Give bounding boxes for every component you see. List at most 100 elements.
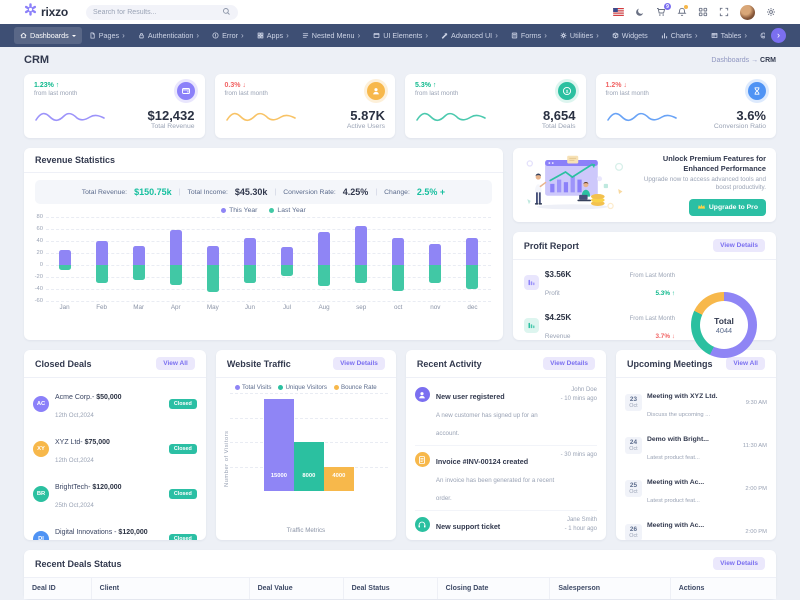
column-header-actions[interactable]: Actions bbox=[671, 578, 776, 599]
language-flag-icon[interactable] bbox=[613, 8, 624, 16]
deals-view-details-button[interactable]: View Details bbox=[713, 557, 765, 570]
bar-last-year bbox=[466, 265, 478, 289]
traffic-view-details-button[interactable]: View Details bbox=[333, 357, 385, 370]
dark-mode-moon-icon[interactable] bbox=[635, 7, 645, 17]
search-box[interactable] bbox=[86, 5, 238, 20]
column-header-salesperson[interactable]: Salesperson bbox=[550, 578, 670, 599]
nav-item-tables[interactable]: Tables› bbox=[705, 27, 753, 44]
stat-value: 3.6% bbox=[714, 108, 766, 123]
stat-label: Total Revenue bbox=[148, 123, 195, 130]
nav-item-dashboards[interactable]: Dashboards bbox=[14, 27, 82, 44]
nav-item-label: Widgets bbox=[622, 31, 648, 40]
revenue-chart: 806040200-20-40-60 bbox=[24, 215, 503, 314]
stat-label: Total Deals bbox=[542, 123, 576, 130]
column-header-deal-value[interactable]: Deal Value bbox=[250, 578, 344, 599]
legend-item-this-year[interactable]: This Year bbox=[221, 207, 257, 214]
traffic-bar-bounce-rate: 4000 bbox=[324, 467, 354, 492]
nav-items: DashboardsPages›Authentication›Error›App… bbox=[14, 27, 765, 44]
legend-label: Total Visits bbox=[242, 384, 271, 391]
nav-item-advanced-ui[interactable]: Advanced UI› bbox=[435, 27, 504, 44]
activity-desc: A new customer has signed up for an acco… bbox=[436, 412, 538, 437]
premium-heading: Unlock Premium Features for Enhanced Per… bbox=[629, 154, 766, 174]
profit-report-title: Profit Report bbox=[524, 241, 579, 251]
y-tick-label: 60 bbox=[37, 226, 43, 232]
nav-item-apps[interactable]: Apps› bbox=[251, 27, 295, 44]
mini-chart-icon bbox=[524, 318, 539, 333]
column-header-closing-date[interactable]: Closing Date bbox=[438, 578, 551, 599]
nav-item-ui-elements[interactable]: UI Elements› bbox=[367, 27, 434, 44]
stat-card-active-users: 0.3% ↓ from last month 5.87K Active User… bbox=[215, 74, 396, 138]
menu-icon bbox=[302, 32, 309, 39]
stat-card-conversion-ratio: 1.2% ↓ from last month 3.6% Conversion R… bbox=[596, 74, 777, 138]
bar-this-year bbox=[318, 232, 330, 265]
search-input[interactable] bbox=[93, 9, 222, 16]
x-tick-label: Mar bbox=[120, 304, 157, 311]
recent-activity-list: New user registeredA new customer has si… bbox=[406, 378, 606, 540]
x-tick-label: oct bbox=[380, 304, 417, 311]
legend-dot bbox=[221, 208, 226, 213]
closed-deals-view-all-button[interactable]: View All bbox=[156, 357, 195, 370]
user-avatar[interactable] bbox=[740, 5, 755, 20]
fullscreen-icon[interactable] bbox=[719, 7, 729, 17]
nav-item-authentication[interactable]: Authentication› bbox=[132, 27, 205, 44]
notifications-bell-icon[interactable] bbox=[677, 7, 687, 17]
nav-item-widgets[interactable]: Widgets bbox=[606, 27, 654, 44]
deal-row-di: DI Digital Innovations - $120,00020th Oc… bbox=[33, 516, 197, 540]
apps-grid-icon[interactable] bbox=[698, 7, 708, 17]
brand-logo[interactable]: rixzo bbox=[24, 3, 68, 21]
breadcrumb-parent[interactable]: Dashboards bbox=[711, 57, 749, 64]
revenue-plot bbox=[46, 217, 491, 301]
breadcrumb: Dashboards → CRM bbox=[711, 57, 776, 64]
meeting-time: 2:00 PM bbox=[745, 486, 767, 492]
invoice-icon bbox=[415, 452, 430, 467]
legend-item-bounce-rate[interactable]: Bounce Rate bbox=[334, 384, 377, 391]
meeting-date-chip: 24Oct bbox=[625, 437, 642, 454]
nav-item-utilities[interactable]: Utilities› bbox=[554, 27, 605, 44]
legend-dot bbox=[269, 208, 274, 213]
cart-icon[interactable]: 9 bbox=[656, 7, 666, 17]
legend-item-total-visits[interactable]: Total Visits bbox=[235, 384, 271, 391]
profit-label: Revenue bbox=[545, 333, 571, 340]
apps-icon bbox=[257, 32, 264, 39]
stat-change: 0.3% ↓ bbox=[225, 82, 297, 89]
legend-item-unique-visitors[interactable]: Unique Visitors bbox=[278, 384, 327, 391]
x-tick-label: nov bbox=[417, 304, 454, 311]
nav-item-nested-menu[interactable]: Nested Menu› bbox=[296, 27, 366, 44]
nav-item-error[interactable]: Error› bbox=[206, 27, 250, 44]
bar-last-year bbox=[429, 265, 441, 283]
profit-view-details-button[interactable]: View Details bbox=[713, 239, 765, 252]
divider: | bbox=[274, 189, 276, 196]
mini-chart-icon bbox=[524, 275, 539, 290]
website-traffic-title: Website Traffic bbox=[227, 359, 291, 369]
nav-scroll-next-button[interactable]: › bbox=[771, 28, 786, 43]
activity-row: New user registeredA new customer has si… bbox=[415, 381, 597, 446]
advanced-icon bbox=[441, 32, 448, 39]
nav-item-icons[interactable]: Icons bbox=[754, 27, 765, 44]
nav-item-forms[interactable]: Forms› bbox=[505, 27, 553, 44]
traffic-chart: 1500080004000 bbox=[230, 393, 388, 491]
gridline bbox=[46, 301, 491, 302]
ui-icon bbox=[373, 32, 380, 39]
nav-item-pages[interactable]: Pages› bbox=[83, 27, 131, 44]
closed-deals-list: AC Acme Corp.- $50,00012th Oct,2024 Clos… bbox=[24, 378, 206, 540]
bar-last-year bbox=[244, 265, 256, 283]
column-header-client[interactable]: Client bbox=[92, 578, 250, 599]
stat-label: Conversion Ratio bbox=[714, 123, 766, 130]
revenue-x-labels: JanFebMarAprMayJunJulAugsepoctnovdec bbox=[46, 301, 491, 314]
column-header-deal-id[interactable]: Deal ID bbox=[24, 578, 92, 599]
meetings-view-all-button[interactable]: View All bbox=[726, 357, 765, 370]
legend-item-last-year[interactable]: Last Year bbox=[269, 207, 305, 214]
stat-note: from last month bbox=[34, 90, 106, 97]
meeting-date-chip: 25Oct bbox=[625, 480, 642, 497]
deal-amount: $75,000 bbox=[85, 439, 110, 446]
column-header-deal-status[interactable]: Deal Status bbox=[344, 578, 438, 599]
revenue-stat-value: $45.30k bbox=[235, 187, 268, 197]
icons-icon bbox=[760, 32, 765, 39]
settings-gear-icon[interactable] bbox=[766, 7, 776, 17]
nav-item-charts[interactable]: Charts› bbox=[655, 27, 704, 44]
x-tick-label: Jan bbox=[46, 304, 83, 311]
revenue-statistics-card: Revenue Statistics Total Revenue:$150.75… bbox=[24, 148, 503, 340]
upgrade-to-pro-button[interactable]: Upgrade to Pro bbox=[689, 199, 766, 216]
chevron-right-icon: › bbox=[122, 32, 125, 40]
activity-view-details-button[interactable]: View Details bbox=[543, 357, 595, 370]
